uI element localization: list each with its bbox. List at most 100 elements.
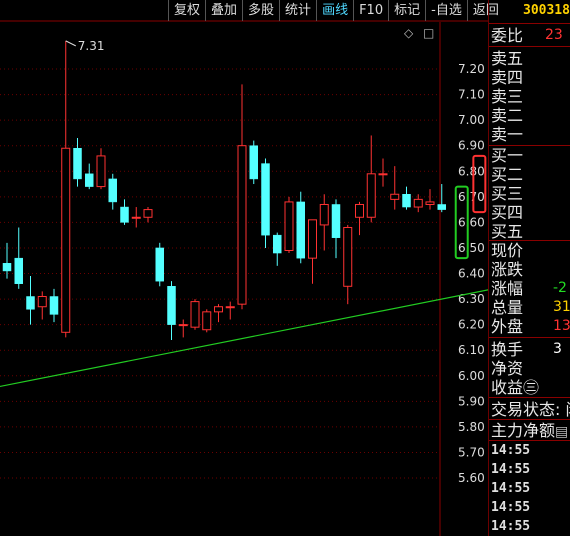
candle-body-32	[378, 173, 388, 176]
y-tick-label-0: 7.20	[458, 62, 485, 76]
trade-status: 交易状态: 闭	[491, 400, 570, 419]
candle-body-6	[73, 147, 82, 180]
candle-body-15	[178, 324, 188, 327]
sell-label-2: 卖三	[491, 87, 524, 106]
quote-label-2: 涨幅	[491, 279, 524, 298]
quote-label-4: 外盘	[491, 317, 524, 336]
candle-body-7	[85, 173, 94, 187]
y-tick-label-5: 6.70	[458, 190, 485, 204]
candle-body-27	[319, 203, 329, 226]
trade-time-1: 14:55	[491, 462, 531, 477]
candle-body-21	[249, 145, 258, 180]
y-tick-label-6: 6.60	[458, 215, 485, 229]
y-tick-label-10: 6.20	[458, 318, 485, 332]
trade-time-0: 14:55	[491, 443, 531, 458]
candle-body-0	[2, 263, 12, 272]
candle-body-16	[190, 301, 200, 328]
sell-label-3: 卖二	[491, 106, 524, 125]
sell-label-1: 卖四	[491, 68, 524, 87]
candle-body-28	[331, 204, 341, 238]
trade-time-4: 14:55	[491, 519, 531, 534]
buy-label-4: 买五	[491, 222, 524, 241]
misc-label-0: 换手	[491, 340, 524, 359]
stock-code: 300318	[523, 3, 570, 18]
max-label-pointer	[65, 40, 76, 47]
y-tick-label-11: 6.10	[458, 343, 485, 357]
quote-value-4: 13	[553, 318, 570, 334]
y-tick-label-12: 6.00	[458, 369, 485, 383]
candle-body-3	[37, 296, 47, 308]
toolbar-button-4[interactable]: 画线	[316, 0, 353, 21]
quote-value-2: -2	[553, 280, 567, 296]
settings-square-icon[interactable]: □	[423, 26, 434, 40]
toolbar-button-2[interactable]: 多股	[242, 0, 279, 21]
main-flow-label: 主力净额	[491, 421, 556, 440]
candle-body-31	[366, 173, 376, 218]
quote-label-3: 总量	[491, 298, 524, 317]
y-tick-label-15: 5.70	[458, 445, 485, 459]
main-flow[interactable]: 主力净额▤	[491, 421, 568, 442]
misc-label-1: 净资	[491, 359, 524, 378]
sell-label-4: 卖一	[491, 125, 524, 144]
candle-body-14	[167, 286, 176, 325]
candle-body-36	[425, 201, 435, 205]
sell-label-0: 卖五	[491, 49, 524, 68]
y-tick-label-4: 6.80	[458, 164, 485, 178]
toolbar-button-6[interactable]: 标记	[388, 0, 425, 21]
candle-body-5	[61, 147, 71, 333]
y-tick-label-13: 5.90	[458, 394, 485, 408]
candle-body-13	[155, 247, 164, 282]
candle-body-24	[284, 201, 294, 251]
weibi-value: 23	[545, 27, 563, 43]
candle-body-26	[308, 219, 317, 259]
candle-body-19	[225, 306, 235, 309]
candle-body-18	[214, 306, 223, 313]
diamond-icon[interactable]: ◇	[404, 26, 414, 40]
y-tick-label-9: 6.30	[458, 292, 485, 306]
candle-body-37	[437, 204, 446, 210]
candle-body-25	[296, 201, 305, 259]
toolbar-button-7[interactable]: -自选	[425, 0, 467, 21]
toolbar-button-3[interactable]: 统计	[279, 0, 316, 21]
quote-label-0: 现价	[491, 241, 524, 260]
candle-body-12	[143, 209, 153, 218]
candle-body-2	[26, 296, 35, 310]
y-tick-label-8: 6.40	[458, 267, 485, 281]
weibi-label: 委比	[491, 26, 524, 45]
trade-time-3: 14:55	[491, 500, 531, 515]
candle-body-35	[413, 198, 423, 208]
candle-body-22	[261, 163, 270, 236]
candle-body-4	[49, 296, 59, 315]
y-tick-label-1: 7.10	[458, 88, 485, 102]
y-tick-label-7: 6.50	[458, 241, 485, 255]
candle-body-8	[96, 155, 106, 188]
misc-value-0: 3	[553, 341, 562, 357]
y-tick-label-3: 6.90	[458, 139, 485, 153]
candle-body-10	[120, 206, 129, 223]
y-tick-label-14: 5.80	[458, 420, 485, 434]
max-price-label: 7.31	[78, 39, 105, 53]
buy-label-2: 买三	[491, 184, 524, 203]
buy-label-3: 买四	[491, 203, 524, 222]
candle-body-23	[273, 234, 282, 254]
misc-label-2: 收益㊂	[491, 378, 540, 397]
toolbar-button-5[interactable]: F10	[353, 0, 388, 21]
candle-body-29	[343, 226, 353, 287]
candle-body-33	[390, 193, 400, 200]
toolbar-button-0[interactable]: 复权	[168, 0, 205, 21]
toolbar-button-1[interactable]: 叠加	[205, 0, 242, 21]
quote-label-1: 涨跌	[491, 260, 524, 279]
buy-label-1: 买二	[491, 165, 524, 184]
candle-body-17	[202, 311, 212, 331]
y-tick-label-2: 7.00	[458, 113, 485, 127]
trade-time-2: 14:55	[491, 481, 531, 496]
candle-body-11	[131, 216, 141, 219]
quote-panel: 300318 委比 23 卖五 卖四 卖三 卖二 卖一 买一 买二 买三 买四 买五 现价 涨跌涨…	[488, 0, 570, 536]
candle-body-9	[108, 178, 117, 203]
quote-value-3: 31	[553, 299, 570, 315]
candle-body-20	[237, 145, 247, 305]
y-tick-label-16: 5.60	[458, 471, 485, 485]
toolbar: 复权 叠加 多股 统计 画线 F10 标记 -自选 返回	[168, 0, 504, 21]
kline-chart[interactable]: 7.20 7.10 7.00 6.90 6.80 6.70 6.60 6.50 6.40 6.30…	[0, 0, 488, 536]
candle-body-30	[355, 203, 364, 218]
